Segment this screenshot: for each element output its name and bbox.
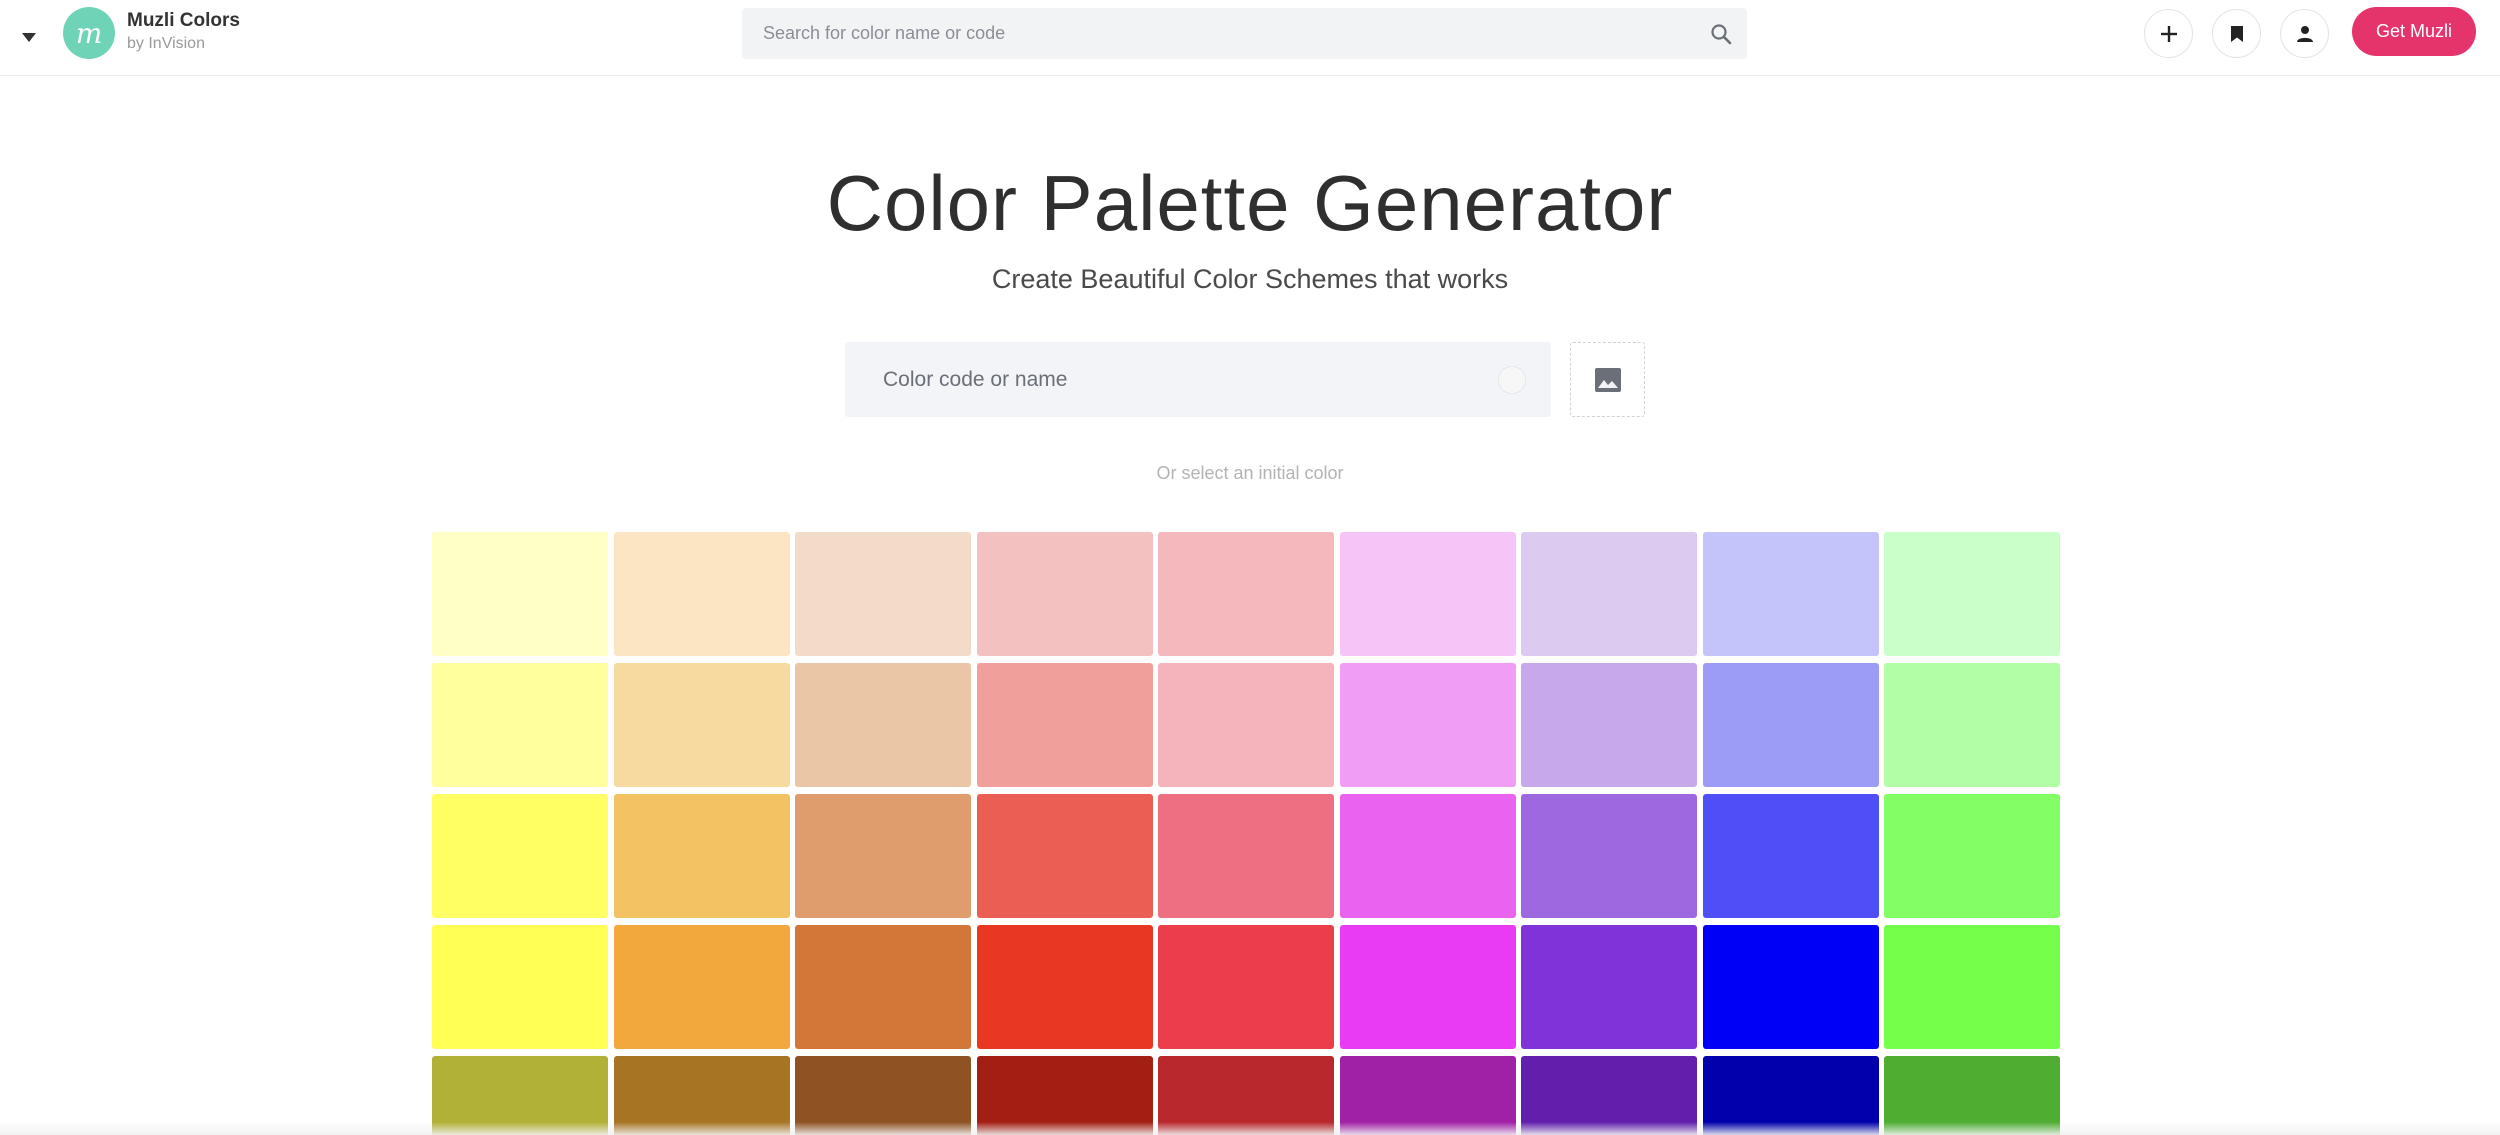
user-icon	[2296, 25, 2313, 42]
color-swatch[interactable]	[432, 663, 608, 787]
color-picker-dot[interactable]	[1498, 365, 1526, 394]
color-swatch[interactable]	[613, 663, 790, 787]
color-swatch[interactable]	[1339, 663, 1516, 787]
brand-subtitle: by InVision	[127, 35, 205, 52]
brand-name[interactable]: Muzli Colors	[127, 10, 240, 32]
color-swatch[interactable]	[1702, 663, 1879, 787]
color-swatch[interactable]	[795, 663, 971, 787]
color-swatch[interactable]	[613, 532, 790, 656]
initial-color-hint: Or select an initial color	[1156, 463, 1344, 483]
search-bar	[742, 8, 1747, 59]
color-swatch[interactable]	[1521, 532, 1697, 656]
menu-toggle[interactable]	[14, 22, 44, 52]
color-swatch-grid	[432, 532, 2060, 1135]
color-swatch[interactable]	[1702, 794, 1879, 918]
scroll-fade	[0, 1122, 2500, 1135]
color-swatch[interactable]	[1884, 794, 2060, 918]
get-muzli-button[interactable]: Get Muzli	[2352, 7, 2476, 56]
search-input[interactable]	[742, 8, 1695, 59]
color-swatch[interactable]	[1158, 532, 1334, 656]
color-swatch[interactable]	[432, 794, 608, 918]
color-swatch[interactable]	[1158, 663, 1334, 787]
image-icon	[1594, 367, 1621, 392]
color-swatch[interactable]	[795, 925, 971, 1049]
search-icon[interactable]	[1695, 8, 1747, 59]
color-swatch[interactable]	[976, 532, 1153, 656]
page-title: Color Palette Generator	[826, 159, 1674, 247]
color-input[interactable]	[845, 342, 1498, 417]
account-button[interactable]	[2280, 9, 2329, 58]
color-swatch[interactable]	[976, 925, 1153, 1049]
color-swatch[interactable]	[1884, 663, 2060, 787]
color-swatch[interactable]	[1702, 925, 1879, 1049]
color-input-box	[845, 342, 1551, 417]
color-swatch[interactable]	[1521, 925, 1697, 1049]
bookmark-button[interactable]	[2212, 9, 2261, 58]
plus-icon	[2160, 25, 2177, 42]
page-subtitle: Create Beautiful Color Schemes that work…	[991, 264, 1509, 294]
top-bar: m Muzli Colors by InVision Get Muzli	[0, 0, 2500, 76]
color-swatch[interactable]	[795, 794, 971, 918]
color-swatch[interactable]	[1521, 663, 1697, 787]
color-swatch[interactable]	[613, 794, 790, 918]
color-swatch[interactable]	[976, 794, 1153, 918]
color-swatch[interactable]	[1521, 794, 1697, 918]
add-button[interactable]	[2144, 9, 2193, 58]
color-swatch[interactable]	[1339, 532, 1516, 656]
color-swatch[interactable]	[976, 663, 1153, 787]
color-swatch[interactable]	[1702, 532, 1879, 656]
brand-logo[interactable]: m	[63, 7, 115, 59]
color-swatch[interactable]	[1884, 925, 2060, 1049]
color-swatch[interactable]	[1339, 925, 1516, 1049]
color-swatch[interactable]	[432, 532, 608, 656]
color-swatch[interactable]	[432, 925, 608, 1049]
image-upload-button[interactable]	[1570, 342, 1645, 417]
color-swatch[interactable]	[1339, 794, 1516, 918]
logo-letter: m	[75, 16, 103, 50]
color-swatch[interactable]	[1158, 925, 1334, 1049]
color-swatch[interactable]	[795, 532, 971, 656]
caret-down-icon	[22, 32, 36, 42]
color-swatch[interactable]	[1158, 794, 1334, 918]
color-swatch[interactable]	[613, 925, 790, 1049]
color-swatch[interactable]	[1884, 532, 2060, 656]
bookmark-icon	[2230, 25, 2243, 42]
